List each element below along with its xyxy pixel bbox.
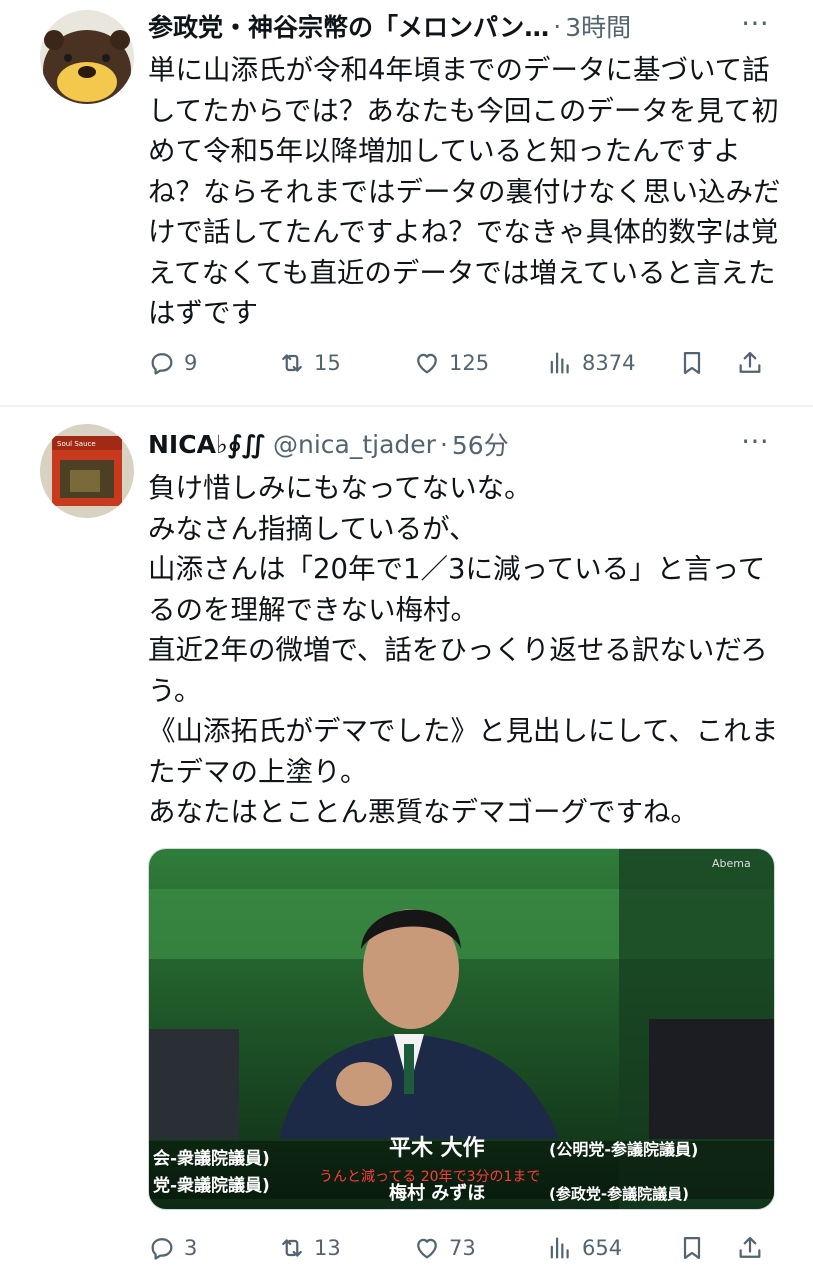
retweet-button[interactable]: 15 [278,341,341,385]
separator-dot: · [439,429,448,459]
avatar[interactable]: Soul Sauce [40,424,134,518]
more-icon[interactable]: ⋯ [741,424,771,457]
caption-party-2: (参政党-参議院議員) [549,1185,689,1203]
share-icon [739,351,761,373]
like-icon [417,1238,437,1259]
bookmark-button[interactable] [678,1226,714,1270]
bookmark-button[interactable] [678,341,714,385]
views-count: 8374 [582,351,636,375]
caption-left-top: 会-衆議院議員) [153,1148,270,1169]
reply-icon [151,353,173,375]
like-button[interactable]: 73 [413,1226,476,1270]
reply-button[interactable]: 9 [148,341,197,385]
album-cover-avatar-icon: Soul Sauce [40,424,134,518]
reply-count: 3 [184,1236,198,1260]
reply-icon [151,1238,173,1260]
caption-left-bottom: 党-衆議院議員) [153,1175,270,1196]
retweet-count: 13 [314,1236,341,1260]
views-button[interactable]: 654 [546,1226,622,1270]
like-count: 125 [449,351,490,375]
views-icon [550,1237,569,1259]
tweet[interactable]: 参政党・神谷宗幣の「メロンパン… · 3時間 ⋯ 単に山添氏が令和4年頃までのデ… [0,0,813,405]
reply-count: 9 [184,351,198,375]
retweet-icon [282,1239,302,1257]
action-bar: 9 15 125 8374 [148,341,773,385]
caption-name-2: 梅村 みずほ [389,1182,485,1204]
share-button[interactable] [736,1226,772,1270]
retweet-icon [282,354,302,372]
display-name[interactable]: 参政党・神谷宗幣の「メロンパン… [148,8,549,44]
views-count: 654 [582,1236,623,1260]
reply-button[interactable]: 3 [148,1226,197,1270]
retweet-count: 15 [314,351,341,375]
svg-text:Soul Sauce: Soul Sauce [57,440,96,448]
tweet-divider [0,405,813,407]
timestamp[interactable]: 56分 [452,426,509,462]
retweet-button[interactable]: 13 [278,1226,341,1270]
bookmark-icon [683,351,701,375]
like-icon [417,353,437,374]
bookmark-icon [683,1236,701,1260]
tweet-media-image[interactable]: 会-衆議院議員) 党-衆議院議員) 平木 大作 (公明党-参議院議員) うんと減… [148,848,775,1210]
timestamp[interactable]: 3時間 [565,8,631,44]
share-button[interactable] [736,341,772,385]
avatar[interactable] [40,10,134,104]
tv-screenshot: 会-衆議院議員) 党-衆議院議員) 平木 大作 (公明党-参議院議員) うんと減… [149,849,774,1209]
tweet-text: 単に山添氏が令和4年頃までのデータに基づいて話してたからでは？あなたも今回このデ… [148,54,781,329]
like-count: 73 [449,1236,476,1260]
share-icon [739,1236,761,1258]
views-icon [550,352,569,374]
caption-party: (公明党-参議院議員) [549,1140,698,1159]
tweet-text: 負け惜しみにもなってないな。 みなさん指摘しているが、 山添さんは「20年で1／… [148,472,779,828]
views-button[interactable]: 8374 [546,341,635,385]
display-name[interactable]: NICA♭∮∬ [148,430,265,459]
separator-dot: · [553,11,562,41]
caption-name: 平木 大作 [389,1136,485,1161]
user-handle[interactable]: @nica_tjader [273,430,436,459]
more-icon[interactable]: ⋯ [741,6,771,39]
bear-mascot-avatar-icon [40,10,134,104]
tweet[interactable]: Soul Sauce NICA♭∮∬ @nica_tjader · 56分 ⋯ … [0,408,813,1280]
like-button[interactable]: 125 [413,341,489,385]
action-bar: 3 13 73 654 [148,1226,773,1270]
watermark: Abema [712,857,751,870]
